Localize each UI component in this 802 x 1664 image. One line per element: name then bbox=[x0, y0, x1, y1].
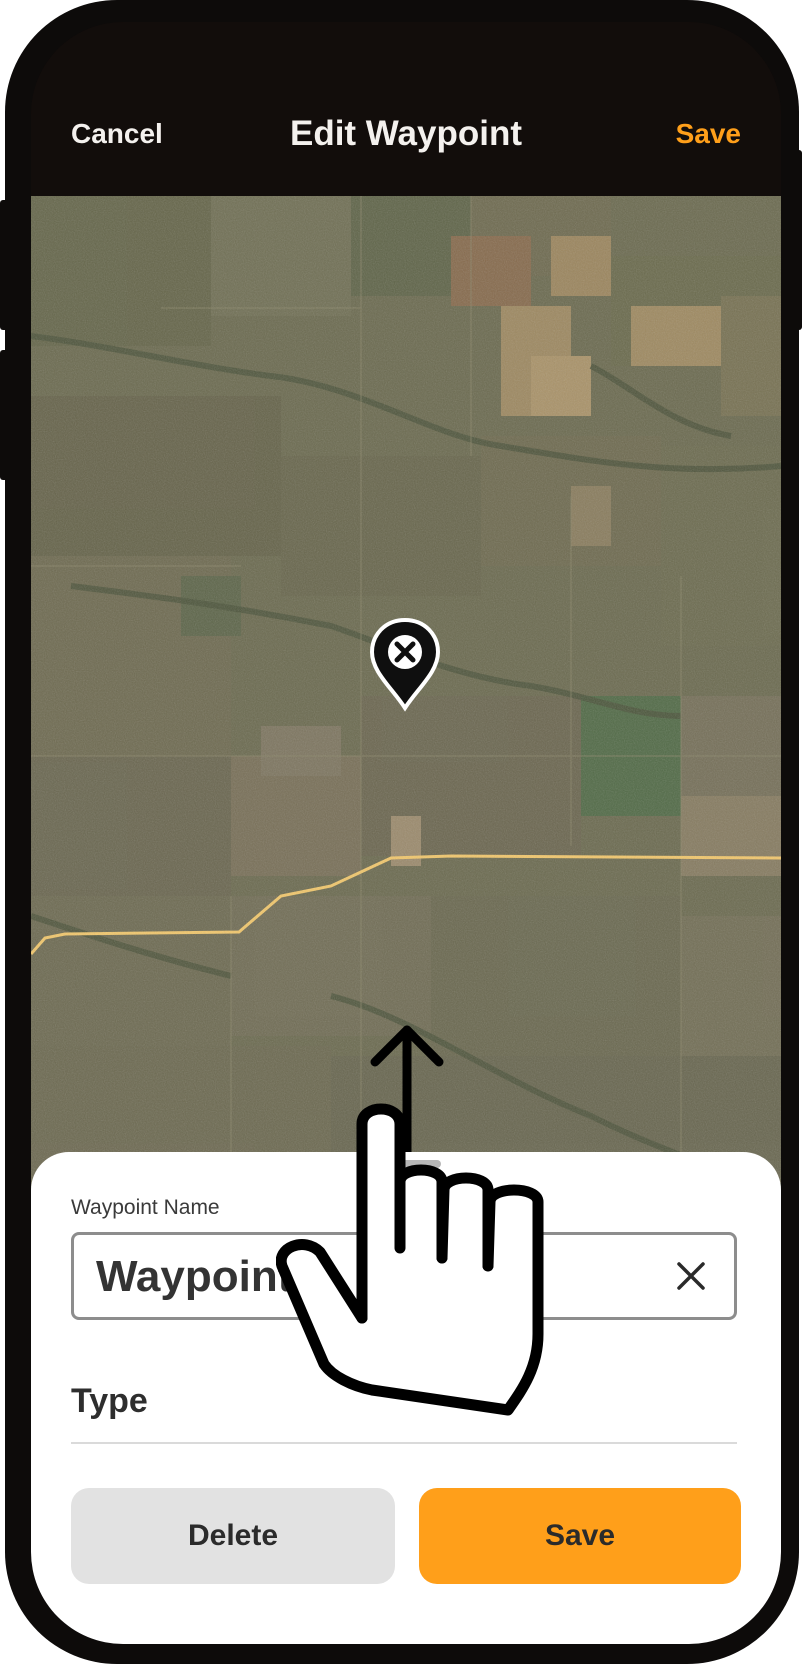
swipe-up-hand-icon bbox=[275, 1090, 596, 1420]
page-title: Edit Waypoint bbox=[289, 114, 522, 153]
header-save-button[interactable]: Save bbox=[676, 118, 741, 150]
save-button[interactable]: Save bbox=[419, 1488, 741, 1584]
close-icon bbox=[677, 1262, 705, 1290]
navigation-bar: Cancel Edit Waypoint Save bbox=[31, 22, 781, 196]
waypoint-name-label: Waypoint Name bbox=[71, 1196, 220, 1219]
close-marker-icon bbox=[369, 617, 441, 712]
delete-button[interactable]: Delete bbox=[71, 1488, 395, 1584]
clear-input-button[interactable] bbox=[668, 1253, 714, 1299]
waypoint-marker[interactable] bbox=[368, 616, 442, 712]
type-divider bbox=[71, 1442, 737, 1444]
type-label: Type bbox=[71, 1382, 148, 1420]
app-stage: Cancel Edit Waypoint Save Waypoint Name … bbox=[0, 0, 802, 1664]
